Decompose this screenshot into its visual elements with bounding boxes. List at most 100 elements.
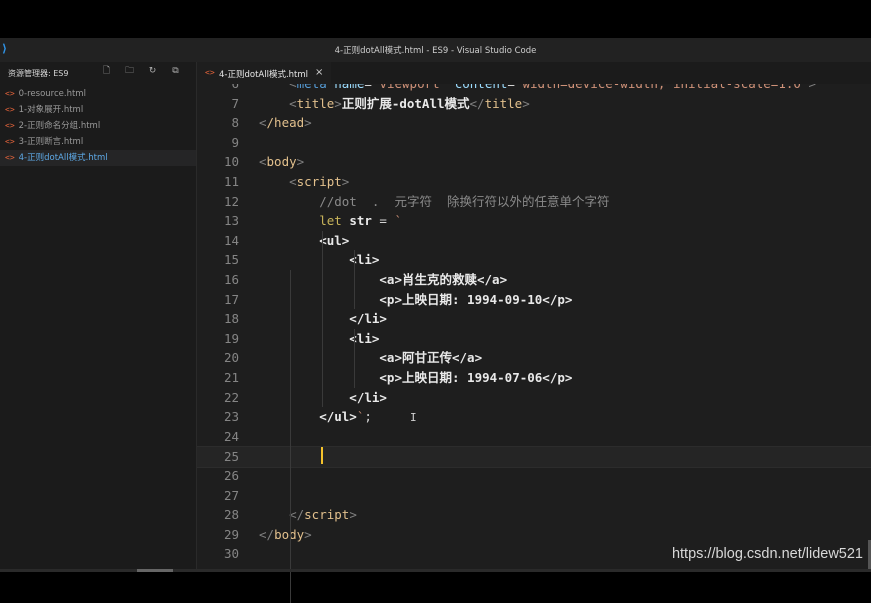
indent-guide (354, 250, 355, 310)
code-token: < (259, 115, 267, 131)
code-line[interactable]: 15 <li> (197, 250, 871, 270)
code-token: //dot . 元字符 除换行符以外的任意单个字符 (259, 193, 610, 209)
window-title: 4-正则dotAll模式.html - ES9 - Visual Studio … (334, 46, 537, 56)
line-number: 10 (223, 154, 239, 170)
code-token: body (266, 154, 297, 170)
collapse-all-icon[interactable]: ⧉ (170, 66, 181, 77)
file-item[interactable]: <> 3-正则断言.html (0, 134, 196, 150)
top-black-bar (0, 0, 871, 38)
watermark: https://blog.csdn.net/lidew521 (671, 546, 863, 562)
tab-label: 4-正则dotAll模式.html (219, 70, 309, 80)
file-item[interactable]: <> 4-正则dotAll模式.html (0, 150, 196, 166)
code-line[interactable]: 13 let str = ` (197, 211, 871, 231)
code-token: = (371, 213, 395, 229)
line-number: 16 (223, 272, 239, 287)
code-line[interactable]: 29 </body> (197, 525, 871, 545)
line-number: 18 (223, 311, 239, 327)
code-line[interactable]: 18 </li> (197, 309, 871, 329)
file-name: 1-对象展开.html (18, 105, 84, 115)
line-number: 17 (223, 291, 239, 307)
code-token: let (259, 213, 350, 229)
close-tab-icon[interactable]: × (315, 67, 323, 78)
html-file-icon: <> (5, 153, 15, 162)
code-line[interactable]: 17 <p>上映日期: 1994-09-10</p> (197, 290, 871, 310)
code-line[interactable]: 28 </script> (197, 505, 871, 525)
line-number: 9 (231, 134, 239, 150)
code-line[interactable]: 11 <script> (197, 172, 871, 192)
code-line[interactable]: 21 <p>上映日期: 1994-07-06</p> (197, 368, 871, 388)
line-text: <body> (259, 152, 304, 172)
file-name: 3-正则断言.html (18, 137, 84, 147)
line-number: 21 (223, 370, 239, 385)
line-text: <script> (259, 172, 349, 192)
tab-active-file[interactable]: <> 4-正则dotAll模式.html × (197, 62, 331, 84)
code-line[interactable]: 20 <a>阿甘正传</a> (197, 348, 871, 368)
code-token: > (334, 95, 342, 111)
code-line[interactable]: 12 //dot . 元字符 除换行符以外的任意单个字符 (197, 192, 871, 212)
file-name: 4-正则dotAll模式.html (18, 153, 108, 163)
line-number: 23 (223, 409, 239, 425)
code-token: </ (259, 526, 275, 542)
code-token: > (349, 507, 357, 523)
line-number: 30 (223, 546, 239, 562)
title-bar: ⟩ 4-正则dotAll模式.html - ES9 - Visual Studi… (0, 38, 871, 62)
line-number: 20 (223, 350, 239, 366)
line-text: <title>正则扩展-dotAll模式</title> (259, 94, 530, 114)
line-text: <a>肖生克的救赎</a> (259, 270, 507, 290)
code-token: script (296, 174, 342, 189)
code-line[interactable]: 9 (197, 133, 871, 153)
code-line[interactable]: 7 <title>正则扩展-dotAll模式</title> (197, 94, 871, 114)
code-line[interactable]: 16 <a>肖生克的救赎</a> (197, 270, 871, 290)
code-line[interactable]: 23 </ul>`; (197, 407, 871, 427)
code-token: > (304, 115, 312, 131)
line-number: 13 (223, 213, 239, 229)
text-caret (321, 447, 323, 465)
code-token: ; (364, 409, 372, 425)
code-token: < (259, 95, 297, 111)
code-line[interactable]: 22 </li> (197, 388, 871, 408)
code-line[interactable]: 26 (197, 466, 871, 486)
code-line[interactable]: 24 (197, 427, 871, 447)
code-token: str (349, 213, 372, 229)
line-number: 29 (223, 526, 239, 542)
file-item[interactable]: <> 0-resource.html (0, 86, 196, 102)
line-text: <a>阿甘正传</a> (259, 348, 482, 368)
code-line[interactable]: 27 (197, 486, 871, 506)
code-line[interactable]: 8 </head> (197, 113, 871, 133)
explorer-header: 资源管理器: ES9 🗋 🗀 ↻ ⧉ (0, 62, 196, 84)
code-token: > (341, 174, 350, 189)
line-number: 27 (223, 487, 239, 503)
new-file-icon[interactable]: 🗋 (101, 66, 112, 77)
new-folder-icon[interactable]: 🗀 (124, 66, 135, 77)
code-token: /head (266, 115, 305, 131)
code-line[interactable]: 25 (197, 446, 871, 468)
html-file-icon: <> (5, 121, 15, 130)
code-token: < (259, 154, 267, 170)
code-token: script (304, 507, 350, 523)
line-number: 28 (223, 507, 239, 523)
code-line[interactable]: 14 <ul> (197, 231, 871, 251)
file-item[interactable]: <> 2-正则命名分组.html (0, 118, 196, 134)
code-token: ` (394, 213, 402, 229)
line-text: let str = ` (259, 211, 402, 231)
line-number: 11 (223, 174, 239, 189)
line-number: 26 (223, 468, 239, 483)
file-item[interactable]: <> 1-对象展开.html (0, 102, 196, 118)
line-number: 12 (223, 193, 239, 209)
code-token: </ul> (259, 409, 357, 425)
code-token: </ (469, 95, 485, 111)
line-text: </ul>`; (259, 407, 372, 427)
line-number: 7 (231, 95, 239, 111)
line-number: 22 (223, 389, 239, 405)
line-text: <p>上映日期: 1994-09-10</p> (259, 290, 572, 310)
html-file-icon: <> (5, 105, 15, 114)
code-token: > (296, 154, 305, 170)
code-line[interactable]: 19 <li> (197, 329, 871, 349)
code-editor[interactable]: 6 <meta name="viewport" content="width=d… (197, 62, 871, 603)
code-token: <ul> (259, 232, 350, 248)
line-number: 24 (223, 428, 239, 444)
code-token: > (304, 526, 312, 542)
code-line[interactable]: 10 <body> (197, 152, 871, 172)
indent-guide (290, 270, 291, 603)
refresh-icon[interactable]: ↻ (147, 66, 158, 77)
